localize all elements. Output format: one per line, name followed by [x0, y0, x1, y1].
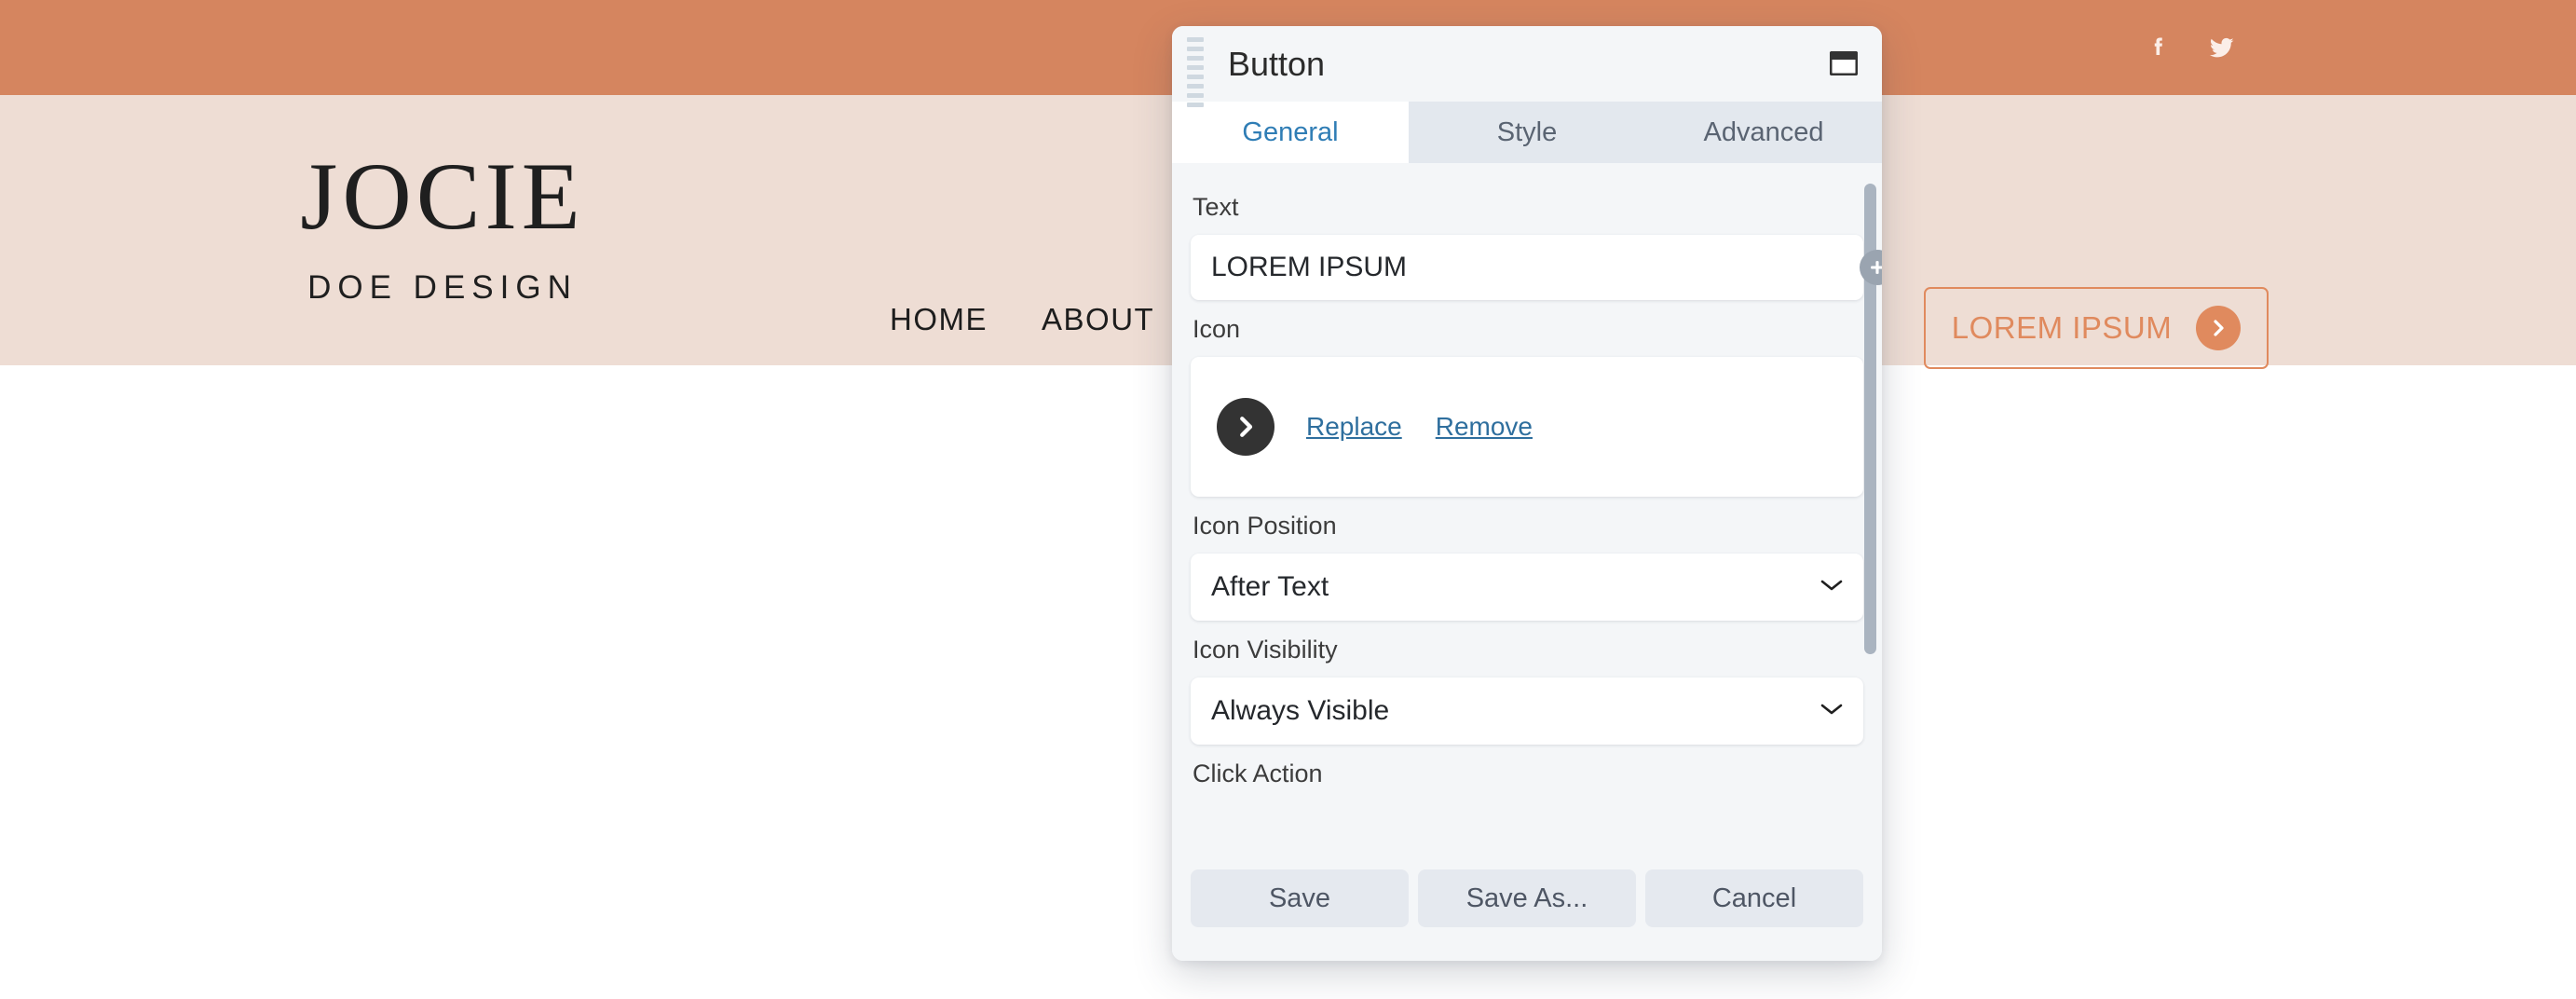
tab-general[interactable]: General — [1172, 102, 1409, 163]
facebook-icon[interactable] — [2143, 32, 2174, 63]
logo-wordmark: JOCIE — [247, 149, 638, 245]
dialog-body: Text Icon — [1172, 163, 1882, 961]
site-logo[interactable]: JOCIE DOE DESIGN — [247, 149, 638, 307]
save-button[interactable]: Save — [1191, 869, 1409, 927]
chevron-down-icon — [1820, 579, 1843, 596]
remove-icon-link[interactable]: Remove — [1436, 412, 1533, 442]
dialog-tabs: General Style Advanced — [1172, 102, 1882, 163]
chevron-right-circle-icon — [2196, 306, 2241, 350]
button-text-input[interactable] — [1191, 235, 1863, 300]
chevron-right-icon — [1217, 398, 1274, 456]
dialog-footer: Save Save As... Cancel — [1172, 851, 1882, 961]
field-icon: Icon Replace Remove — [1191, 306, 1863, 497]
field-icon-position: Icon Position After Text — [1191, 502, 1863, 621]
nav-item-about[interactable]: ABOUT — [1042, 302, 1154, 337]
replace-icon-link[interactable]: Replace — [1306, 412, 1402, 442]
field-click-action: Click Action — [1191, 750, 1863, 801]
icon-visibility-select[interactable]: Always Visible — [1191, 677, 1863, 745]
tab-style[interactable]: Style — [1409, 102, 1645, 163]
lorem-ipsum-button[interactable]: LOREM IPSUM — [1924, 287, 2269, 369]
window-restore-icon[interactable] — [1830, 51, 1858, 75]
field-icon-label: Icon — [1191, 306, 1863, 357]
logo-tagline: DOE DESIGN — [247, 269, 638, 307]
field-click-action-label: Click Action — [1191, 750, 1863, 801]
nav-item-home[interactable]: HOME — [890, 302, 988, 337]
icon-picker: Replace Remove — [1191, 357, 1863, 497]
field-icon-visibility: Icon Visibility Always Visible — [1191, 626, 1863, 745]
social-links — [2143, 0, 2238, 95]
tab-advanced[interactable]: Advanced — [1645, 102, 1882, 163]
cancel-button[interactable]: Cancel — [1645, 869, 1863, 927]
field-icon-position-label: Icon Position — [1191, 502, 1863, 554]
field-icon-visibility-label: Icon Visibility — [1191, 626, 1863, 677]
save-as-button[interactable]: Save As... — [1418, 869, 1636, 927]
field-text: Text — [1191, 184, 1863, 300]
button-settings-dialog: Button General Style Advanced Text — [1172, 26, 1882, 961]
dialog-titlebar[interactable]: Button — [1172, 26, 1882, 102]
text-input-wrapper — [1191, 235, 1863, 300]
dialog-title: Button — [1228, 45, 1325, 84]
drag-handle-icon[interactable] — [1187, 37, 1204, 107]
icon-actions: Replace Remove — [1306, 412, 1533, 442]
icon-position-value: After Text — [1211, 571, 1820, 603]
lorem-ipsum-button-label: LOREM IPSUM — [1952, 310, 2173, 346]
icon-visibility-value: Always Visible — [1211, 695, 1820, 727]
twitter-icon[interactable] — [2206, 32, 2238, 63]
field-text-label: Text — [1191, 184, 1863, 235]
chevron-down-icon — [1820, 703, 1843, 720]
icon-position-select[interactable]: After Text — [1191, 554, 1863, 621]
site-nav: HOME ABOUT — [890, 302, 1154, 337]
